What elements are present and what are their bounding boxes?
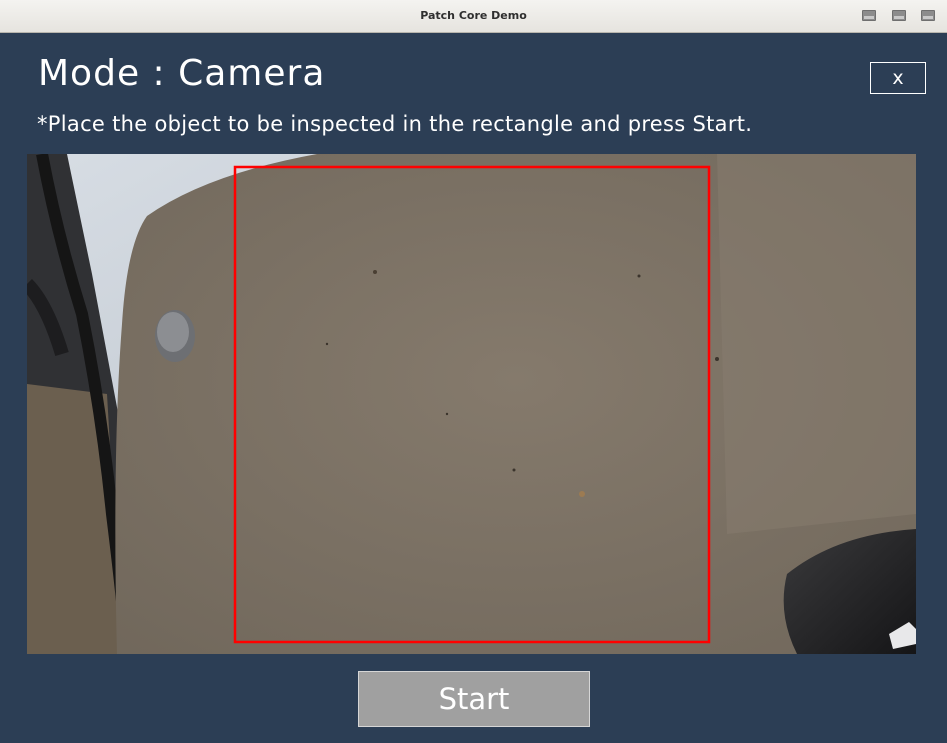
- close-window-icon[interactable]: [921, 10, 935, 21]
- minimize-icon[interactable]: [862, 10, 876, 21]
- close-button[interactable]: x: [870, 62, 926, 94]
- camera-frame-image: [27, 154, 916, 654]
- camera-preview: [27, 154, 916, 654]
- start-button[interactable]: Start: [358, 671, 590, 727]
- instruction-text: *Place the object to be inspected in the…: [37, 112, 753, 136]
- mode-title: Mode : Camera: [38, 53, 326, 94]
- maximize-icon[interactable]: [892, 10, 906, 21]
- window-title: Patch Core Demo: [420, 9, 527, 22]
- window-titlebar: Patch Core Demo: [0, 0, 947, 33]
- main-panel: Mode : Camera *Place the object to be in…: [0, 33, 947, 743]
